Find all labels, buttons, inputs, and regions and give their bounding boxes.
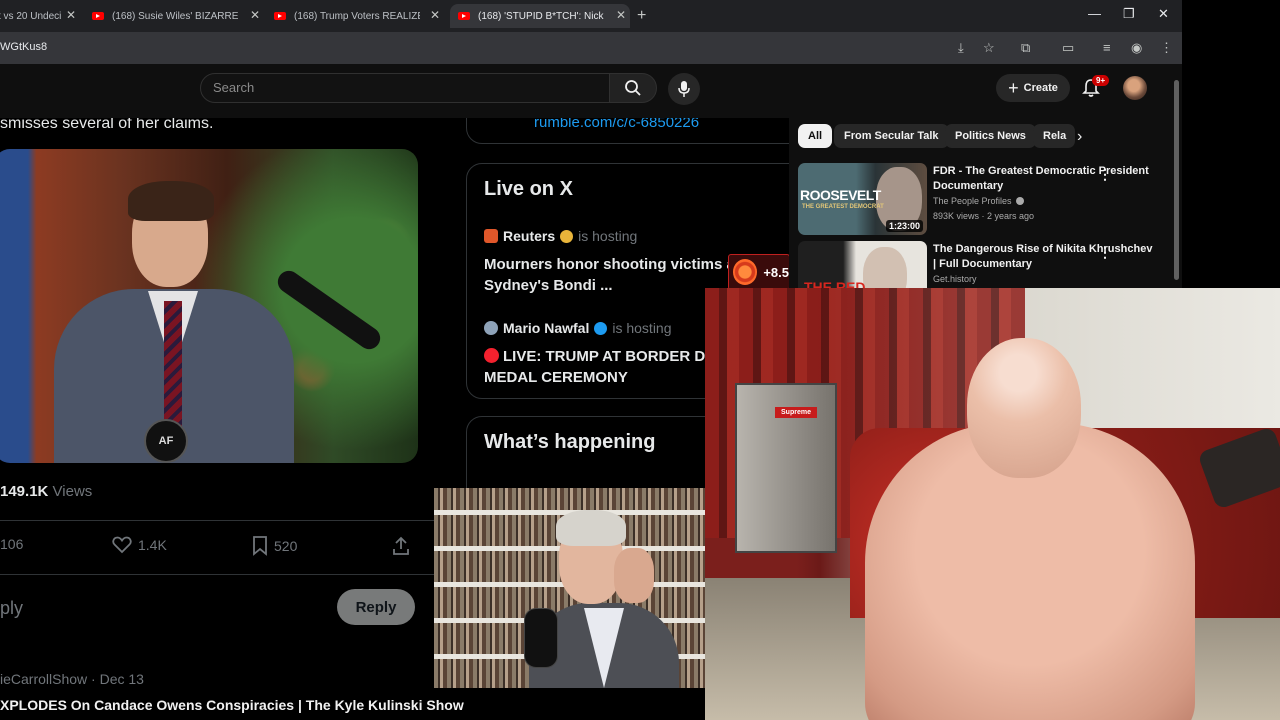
page-scrollbar[interactable]	[1172, 80, 1180, 288]
related-video[interactable]: ROOSEVELT THE GREATEST DEMOCRAT 1:23:00 …	[798, 163, 1168, 235]
window-close-icon[interactable]: ✕	[1158, 6, 1169, 22]
youtube-favicon-icon	[92, 12, 104, 20]
tab-close-icon[interactable]: ✕	[250, 8, 260, 22]
overlay-badge: +8.5	[728, 254, 789, 290]
video-title: XPLODES On Candace Owens Conspiracies | …	[0, 688, 705, 720]
notification-badge: 9+	[1092, 75, 1110, 86]
share-icon	[393, 536, 409, 555]
live-dot-icon	[484, 348, 499, 363]
create-label: Create	[1023, 82, 1058, 94]
mini-fridge: Supreme	[735, 383, 837, 553]
host-row-reuters[interactable]: Reuters is hosting	[484, 228, 637, 244]
host-row-mario-nawfal[interactable]: Mario Nawfal is hosting	[484, 320, 672, 336]
search-button[interactable]	[609, 73, 657, 103]
video-title[interactable]: The Dangerous Rise of Nikita Khrushchev …	[933, 242, 1153, 272]
create-button[interactable]: + Create	[996, 74, 1070, 102]
search-icon	[625, 80, 641, 96]
chip-politics-news[interactable]: Politics News	[945, 124, 1036, 148]
tweet-text: smisses several of her claims.	[0, 118, 214, 132]
tab-1[interactable]: t vs 20 Undeci ✕	[0, 4, 80, 28]
tab-close-icon[interactable]: ✕	[66, 8, 76, 22]
scrollbar-thumb[interactable]	[1174, 80, 1179, 280]
address-bar-row: WGtKus8 ⤓ ☆ ⧉ ▭ ≡ ◉ ⋮	[0, 32, 1182, 64]
chevron-right-icon[interactable]: ›	[1077, 128, 1082, 146]
extensions-icon[interactable]: ⧉	[1021, 40, 1030, 56]
main-video-player[interactable]: smisses several of her claims. AF 149.1K…	[0, 118, 789, 688]
whats-happening-heading: What’s happening	[484, 431, 656, 453]
related-video[interactable]: THE RED The Dangerous Rise of Nikita Khr…	[798, 241, 1168, 288]
tab-title: (168) 'STUPID B*TCH': Nick Fue	[478, 10, 604, 22]
webcam-overlay: Supreme	[705, 288, 1280, 720]
sidepanel-icon[interactable]: ▭	[1062, 40, 1074, 56]
video-title[interactable]: FDR - The Greatest Democratic President …	[933, 164, 1153, 194]
youtube-favicon-icon	[458, 12, 470, 20]
like-button[interactable]: 1.4K	[112, 536, 167, 554]
bookmark-star-icon[interactable]: ☆	[983, 40, 995, 56]
new-tab-button[interactable]: +	[637, 7, 646, 25]
plus-icon: +	[1008, 78, 1019, 98]
tweet-panel: smisses several of her claims. AF 149.1K…	[0, 118, 434, 688]
video-duration: 1:23:00	[885, 220, 923, 232]
channel-name[interactable]: Get.history	[933, 274, 977, 284]
youtube-favicon-icon	[274, 12, 286, 20]
restore-icon[interactable]: ❐	[1123, 6, 1135, 22]
browser-menu-icon[interactable]: ⋮	[1160, 40, 1173, 56]
search-input[interactable]: Search	[200, 73, 610, 103]
heart-icon	[112, 536, 132, 554]
more-actions-icon[interactable]: ⋮	[1098, 244, 1112, 261]
video-thumbnail[interactable]: ROOSEVELT THE GREATEST DEMOCRAT 1:23:00	[798, 163, 927, 235]
video-meta: 893K views · 2 years ago	[933, 211, 1035, 221]
account-avatar[interactable]	[1123, 76, 1147, 100]
reply-input[interactable]: ply	[0, 598, 23, 619]
tab-2[interactable]: (168) Susie Wiles' BIZARRE Inte ✕	[84, 4, 264, 28]
tab-close-icon[interactable]: ✕	[430, 8, 440, 22]
channel-name[interactable]: The People Profiles	[933, 196, 1024, 206]
voice-search-button[interactable]	[668, 73, 700, 105]
bookmark-button[interactable]: 520	[252, 536, 297, 556]
tweet-image: AF	[0, 149, 418, 463]
browser-tab-strip: t vs 20 Undeci ✕ (168) Susie Wiles' BIZA…	[0, 0, 1182, 32]
tab-title: t vs 20 Undeci	[0, 10, 62, 22]
video-thumbnail[interactable]: THE RED	[798, 241, 927, 288]
speaker-figure	[54, 179, 294, 463]
rumble-link[interactable]: rumble.com/c/c-6850226	[534, 118, 699, 131]
podcast-mic	[273, 266, 385, 354]
chip-related[interactable]: Rela	[1033, 124, 1075, 148]
bookmark-icon	[253, 536, 267, 556]
tab-title: (168) Susie Wiles' BIZARRE Inte	[112, 10, 238, 22]
mario-avatar-icon	[484, 321, 498, 335]
microphone-icon	[678, 81, 690, 97]
more-actions-icon[interactable]: ⋮	[1098, 166, 1112, 183]
youtube-header: Search + Create 9+	[0, 64, 1182, 118]
profile-icon[interactable]: ◉	[1131, 40, 1142, 56]
replies-count[interactable]: 106	[0, 536, 23, 552]
verified-gold-icon	[560, 229, 574, 243]
divider	[0, 574, 434, 575]
related-videos-sidebar: All From Secular Talk Politics News Rela…	[789, 118, 1182, 288]
sun-logo-icon	[733, 259, 758, 285]
divider	[0, 520, 434, 521]
media-controls-icon[interactable]: ≡	[1103, 40, 1111, 55]
share-button[interactable]	[392, 536, 410, 556]
reuters-logo-icon	[484, 229, 498, 243]
tab-title: (168) Trump Voters REALIZE Th	[294, 10, 420, 22]
address-url[interactable]: WGtKus8	[0, 41, 47, 53]
next-tweet-header: ieCarrollShow · Dec 13	[0, 671, 144, 687]
live-on-x-heading: Live on X	[484, 178, 573, 200]
verified-check-icon	[1015, 197, 1024, 205]
install-icon[interactable]: ⤓	[958, 40, 964, 56]
minimize-icon[interactable]: —	[1088, 6, 1101, 21]
tweet-actions: 106 1.4K 520	[0, 536, 434, 558]
host-camera-inset	[434, 488, 705, 688]
views-count: 149.1K Views	[0, 483, 93, 500]
cup-logo: AF	[144, 419, 188, 463]
verified-blue-icon	[594, 321, 608, 335]
tab-4-active[interactable]: (168) 'STUPID B*TCH': Nick Fue ✕	[450, 4, 630, 28]
chip-from-secular-talk[interactable]: From Secular Talk	[834, 124, 949, 148]
host-microphone	[524, 608, 558, 668]
reply-button[interactable]: Reply	[337, 589, 415, 625]
tab-3[interactable]: (168) Trump Voters REALIZE Th ✕	[266, 4, 444, 28]
chip-all[interactable]: All	[798, 124, 833, 148]
tab-close-icon[interactable]: ✕	[616, 8, 626, 22]
